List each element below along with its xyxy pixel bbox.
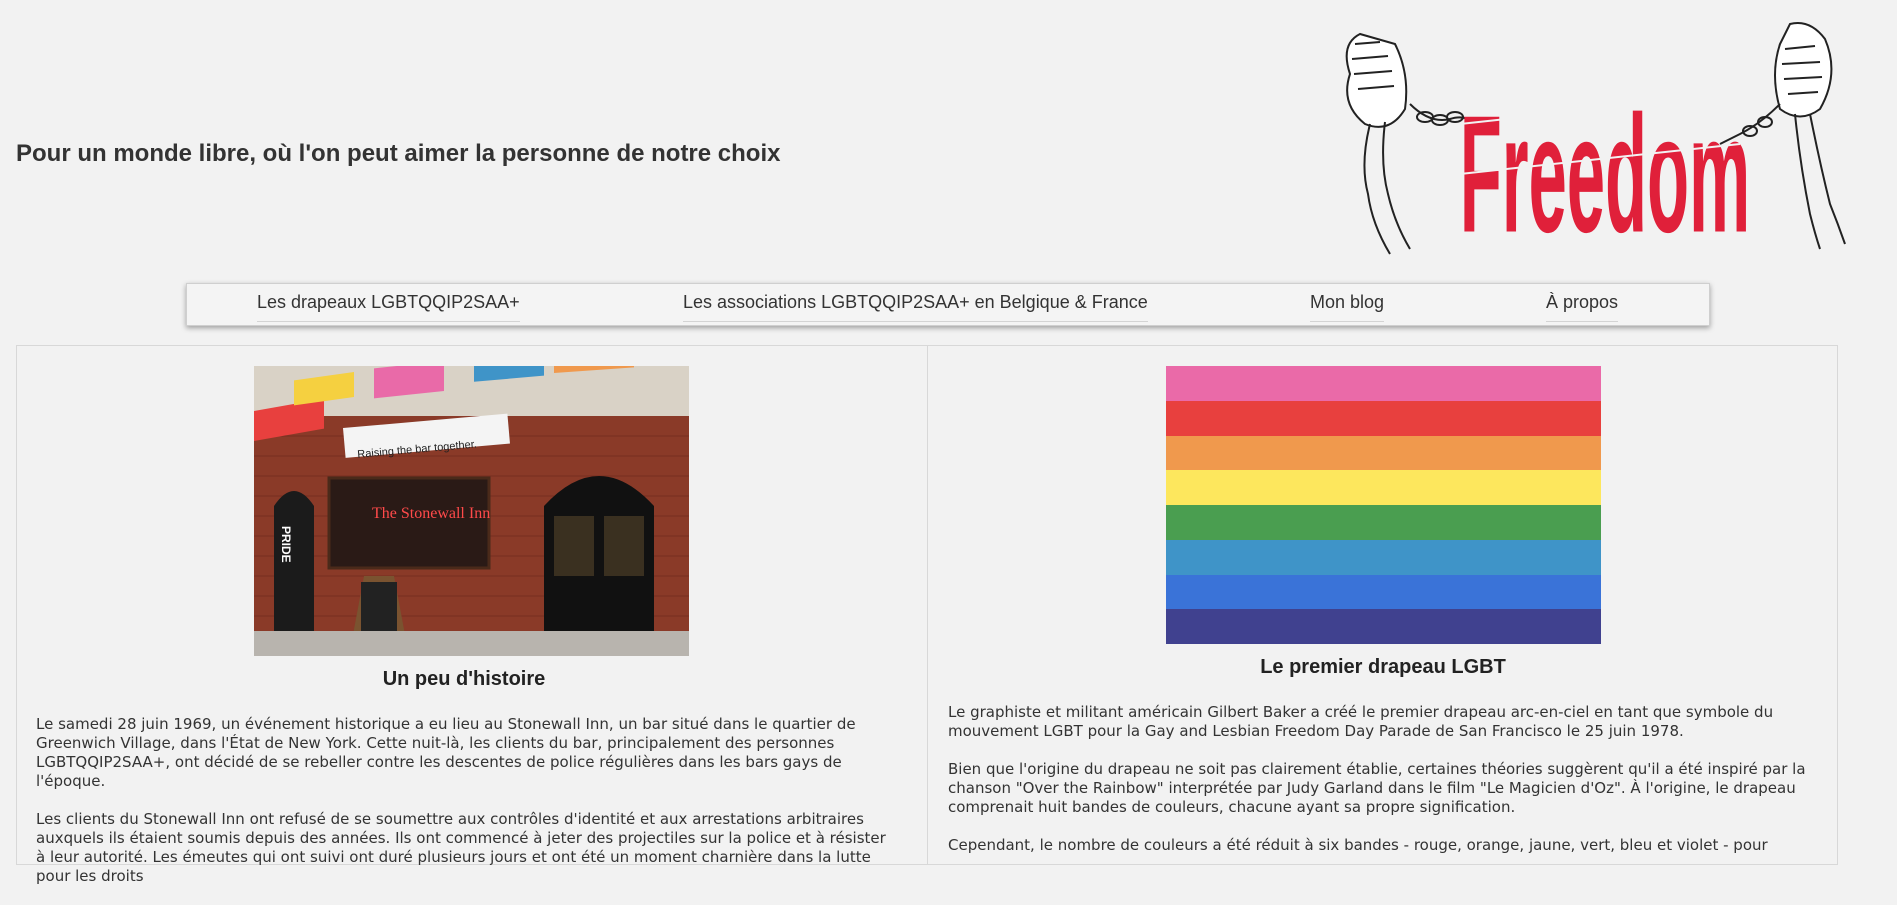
first-flag-paragraph: Le graphiste et militant américain Gilbe… (948, 703, 1774, 740)
rainbow-flag-image (1166, 366, 1601, 644)
nav-item-blog[interactable]: Mon blog (1310, 292, 1385, 322)
flag-stripe (1166, 435, 1601, 471)
freedom-logo: Freedom (1345, 22, 1846, 264)
history-title: Un peu d'histoire (382, 668, 546, 690)
main-nav: Les drapeaux LGBTQQIP2SAA+ Les associati… (186, 283, 1710, 326)
flag-stripe (1166, 574, 1601, 610)
page-tagline: Pour un monde libre, où l'on peut aimer … (16, 140, 781, 167)
flag-stripe (1166, 470, 1601, 505)
first-flag-paragraph: Bien que l'origine du drapeau ne soit pa… (948, 760, 1806, 816)
pride-door-text: PRIDE (279, 526, 293, 563)
nav-item-associations[interactable]: Les associations LGBTQQIP2SAA+ en Belgiq… (683, 292, 1148, 322)
flag-stripe (1166, 400, 1601, 436)
first-flag-title: Le premier drapeau LGBT (1260, 656, 1506, 678)
history-paragraph: Les clients du Stonewall Inn ont refusé … (36, 810, 886, 885)
nav-item-flags[interactable]: Les drapeaux LGBTQQIP2SAA+ (257, 292, 520, 322)
history-paragraph: Le samedi 28 juin 1969, un événement his… (36, 715, 856, 790)
flag-stripe (1166, 609, 1601, 644)
stonewall-neon-sign: The Stonewall Inn (372, 505, 490, 522)
history-column: Un peu d'histoire Le samedi 28 juin 1969… (36, 668, 892, 905)
first-flag-column: Le premier drapeau LGBT Le graphiste et … (948, 656, 1818, 874)
first-flag-paragraph: Cependant, le nombre de couleurs a été r… (948, 836, 1768, 854)
flag-stripe (1166, 505, 1601, 540)
column-divider (927, 345, 928, 865)
flag-stripe (1166, 366, 1601, 401)
stonewall-inn-photo: Raising the bar together. PRIDE The Ston… (254, 366, 689, 656)
nav-item-about[interactable]: À propos (1546, 292, 1619, 322)
flag-stripe (1166, 539, 1601, 575)
